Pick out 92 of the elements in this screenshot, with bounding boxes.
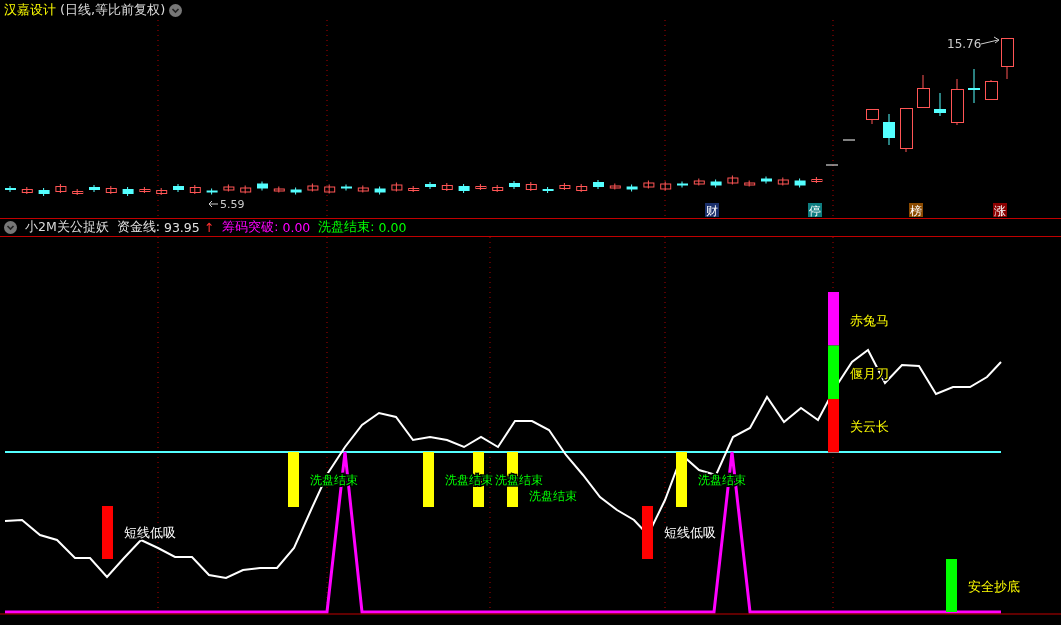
signal-bar <box>676 452 687 507</box>
candlestick <box>542 186 554 194</box>
candlestick <box>985 79 998 100</box>
signal-bar <box>102 506 113 559</box>
candlestick <box>866 109 879 125</box>
candlestick <box>744 180 756 187</box>
candlestick <box>951 78 964 126</box>
pointer-arrow-icon <box>980 36 1000 45</box>
candlestick <box>525 181 537 192</box>
stock-name: 汉嘉设计 <box>4 1 56 19</box>
candlestick <box>643 180 655 189</box>
candlestick <box>257 181 268 191</box>
candlestick <box>842 139 856 141</box>
indicator-name: 小2M关公捉妖 <box>25 219 109 236</box>
candlestick <box>105 185 117 195</box>
event-badge[interactable]: 停 <box>808 203 822 218</box>
event-badge[interactable]: 财 <box>705 203 719 218</box>
candlestick <box>38 187 50 197</box>
candlestick <box>223 184 235 192</box>
candlestick <box>374 186 386 195</box>
candlestick <box>509 180 520 190</box>
signal-label: 短线低吸 <box>664 525 716 540</box>
candlestick <box>391 182 403 192</box>
chart-mode: (日线,等比前复权) <box>60 1 166 19</box>
signal-label: 安全抄底 <box>968 579 1020 594</box>
candlestick <box>122 186 134 197</box>
indicator-label: 筹码突破: <box>222 219 279 236</box>
signal-bar <box>423 452 434 507</box>
signal-bar <box>642 506 653 559</box>
signal-bar <box>828 292 839 346</box>
candlestick <box>307 183 319 192</box>
candlestick <box>626 184 638 192</box>
candlestick <box>917 74 930 108</box>
candlestick <box>727 175 739 185</box>
candlestick <box>425 181 436 190</box>
candlestick <box>290 187 302 195</box>
candlestick <box>357 185 369 193</box>
candlestick <box>475 183 487 191</box>
candlestick <box>777 177 789 186</box>
candlestick <box>968 68 980 104</box>
candlestick <box>21 186 33 195</box>
candlestick <box>89 184 100 193</box>
event-badge[interactable]: 涨 <box>993 203 1007 218</box>
candlestick <box>693 178 705 186</box>
candlestick <box>408 185 420 193</box>
signal-bar <box>946 559 957 612</box>
signal-bar <box>288 452 299 507</box>
candlestick <box>189 184 201 195</box>
candlestick <box>794 178 806 188</box>
candlestick <box>576 183 588 193</box>
price-label: 15.76 <box>947 37 982 51</box>
candlestick <box>710 179 722 188</box>
price-label: 5.59 <box>220 198 245 211</box>
dropdown-icon[interactable] <box>4 221 17 234</box>
indicator-value: 0.00 <box>282 220 311 235</box>
indicator-label: 洗盘结束: <box>318 219 375 236</box>
signal-label: 关云长 <box>850 419 889 434</box>
signal-bar <box>828 345 839 399</box>
candlestick <box>593 179 604 190</box>
indicator-label: 资金线: <box>116 219 160 236</box>
candlestick <box>559 182 571 191</box>
signal-label: 赤兔马 <box>850 313 889 328</box>
candlestick <box>1001 37 1014 80</box>
candlestick <box>173 183 184 193</box>
signal-label: 洗盘结束 <box>529 489 577 503</box>
candlestick <box>324 184 336 194</box>
indicator-value: 93.95 <box>163 220 200 235</box>
candlestick <box>5 185 16 193</box>
candlestick <box>156 187 168 196</box>
event-badge[interactable]: 榜 <box>909 203 923 218</box>
candlestick <box>139 186 151 194</box>
dropdown-icon[interactable] <box>169 3 183 17</box>
signal-label: 短线低吸 <box>124 525 176 540</box>
candlestick <box>492 184 504 193</box>
candlestick <box>273 186 285 193</box>
candlestick <box>761 176 772 184</box>
candlestick <box>811 176 823 184</box>
candlestick <box>609 183 621 190</box>
arrow-left-icon <box>208 200 219 208</box>
candlestick <box>72 188 84 196</box>
candlestick <box>883 113 895 146</box>
candlestick <box>660 181 672 191</box>
signal-bar <box>828 399 839 453</box>
candlestick <box>458 183 470 194</box>
indicator-value: 0.00 <box>378 220 407 235</box>
candlestick <box>441 182 453 192</box>
candlestick <box>934 92 946 117</box>
candlestick <box>825 164 839 166</box>
candlestick <box>900 107 913 153</box>
trend-arrow: ↑ <box>203 220 215 235</box>
candlestick <box>55 183 67 194</box>
candlestick <box>240 185 252 194</box>
